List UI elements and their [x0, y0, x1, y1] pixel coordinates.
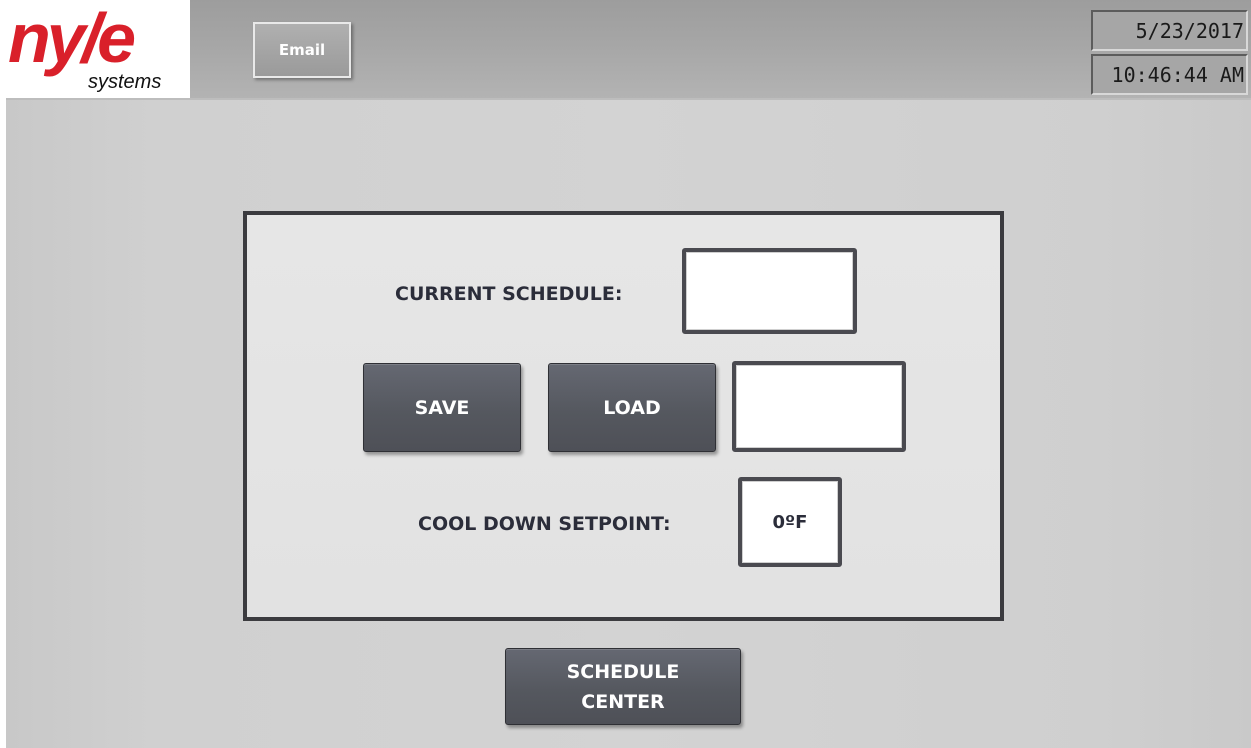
- load-button[interactable]: LOAD: [548, 363, 716, 452]
- save-button[interactable]: SAVE: [363, 363, 521, 452]
- current-schedule-field[interactable]: [682, 248, 857, 334]
- schedule-name-field[interactable]: [732, 361, 906, 452]
- header-bar: ny/e systems Email 5/23/2017 10:46:44 AM: [6, 0, 1251, 100]
- logo-subtext: systems: [88, 71, 162, 93]
- time-display: 10:46:44 AM: [1091, 54, 1248, 95]
- nyle-logo: ny/e systems: [6, 0, 190, 98]
- hmi-screen: ny/e systems Email 5/23/2017 10:46:44 AM…: [6, 0, 1251, 748]
- date-display: 5/23/2017: [1091, 10, 1248, 51]
- logo-wordmark: ny/e: [8, 0, 136, 77]
- email-button[interactable]: Email: [253, 22, 351, 78]
- schedule-panel: CURRENT SCHEDULE: SAVE LOAD COOL DOWN SE…: [243, 211, 1004, 621]
- cool-down-setpoint-label: COOL DOWN SETPOINT:: [418, 513, 671, 535]
- schedule-center-button[interactable]: SCHEDULE CENTER: [505, 648, 741, 725]
- cool-down-setpoint-field[interactable]: 0ºF: [738, 477, 842, 567]
- current-schedule-label: CURRENT SCHEDULE:: [395, 283, 623, 305]
